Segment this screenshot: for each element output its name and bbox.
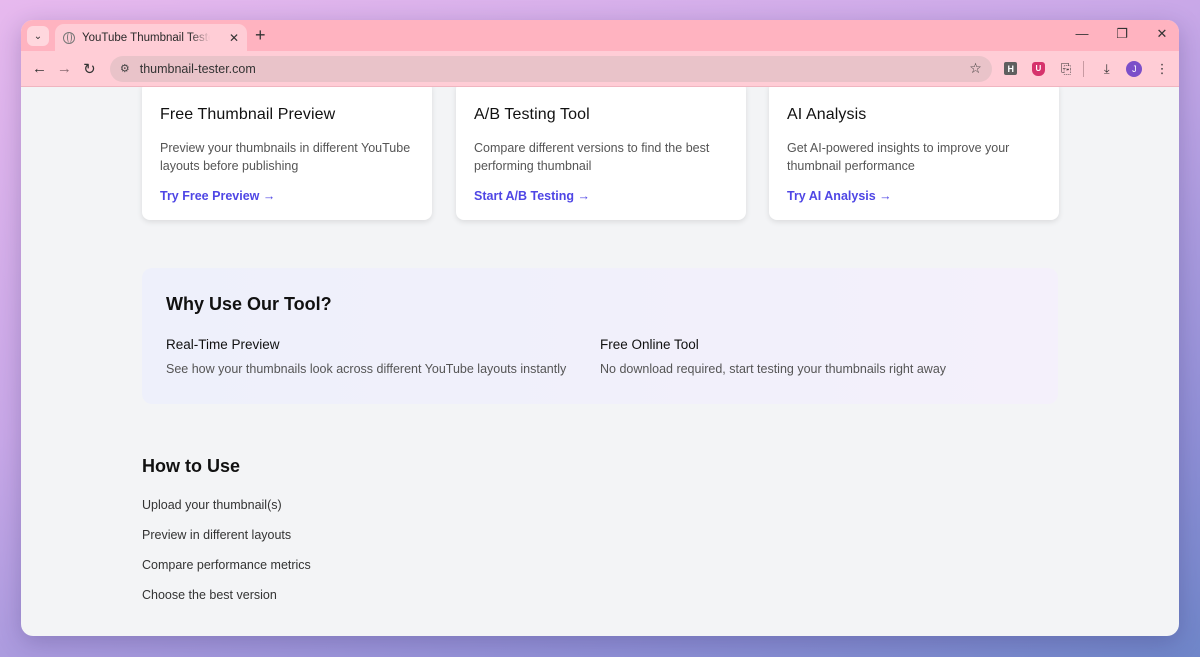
site-info-tune-icon[interactable]: ⚙ bbox=[120, 62, 130, 75]
section-heading: Why Use Our Tool? bbox=[166, 294, 332, 314]
browser-window: ⌄ YouTube Thumbnail Tester - Free ✕ + — … bbox=[21, 20, 1179, 636]
forward-arrow-icon[interactable]: → bbox=[54, 56, 75, 82]
list-item: Choose the best version bbox=[142, 588, 277, 602]
card-description: Compare different versions to find the b… bbox=[474, 141, 710, 173]
why-item-free-online: Free Online Tool No download required, s… bbox=[600, 337, 1034, 376]
why-use-section: Why Use Our Tool? Real-Time Preview See … bbox=[142, 268, 1058, 404]
menu-kebab-icon[interactable]: ⋮ bbox=[1153, 58, 1171, 80]
profile-button[interactable]: J bbox=[1126, 58, 1144, 80]
address-bar[interactable]: ⚙ thumbnail-tester.com ☆ bbox=[109, 55, 992, 82]
card-description: Preview your thumbnails in different You… bbox=[160, 141, 411, 173]
feature-card-ab-testing: A/B Testing Tool Compare different versi… bbox=[456, 87, 746, 220]
list-item: Upload your thumbnail(s) bbox=[142, 498, 282, 512]
extension-h-icon: H bbox=[1004, 62, 1018, 75]
steps-list: Upload your thumbnail(s) Preview in diff… bbox=[142, 498, 311, 618]
how-to-use-section: How to Use Upload your thumbnail(s) Prev… bbox=[142, 456, 311, 618]
active-tab[interactable]: YouTube Thumbnail Tester - Free ✕ bbox=[55, 24, 247, 51]
why-item-text: See how your thumbnails look across diff… bbox=[166, 362, 567, 376]
download-icon[interactable]: ⤓ bbox=[1098, 58, 1116, 80]
card-title: Free Thumbnail Preview bbox=[160, 106, 336, 123]
section-heading: How to Use bbox=[142, 456, 241, 476]
tab-bar: ⌄ YouTube Thumbnail Tester - Free ✕ + — … bbox=[21, 20, 1179, 51]
card-title: AI Analysis bbox=[787, 106, 867, 123]
tab-close-icon[interactable]: ✕ bbox=[229, 31, 239, 45]
window-controls: — ❐ ✕ bbox=[1075, 26, 1169, 42]
why-item-title: Real-Time Preview bbox=[166, 337, 280, 352]
why-item-text: No download required, start testing your… bbox=[600, 362, 947, 376]
tab-title: YouTube Thumbnail Tester - Free bbox=[82, 31, 210, 44]
page-viewport: Free Thumbnail Preview Preview your thum… bbox=[21, 87, 1179, 636]
bookmark-star-icon[interactable]: ☆ bbox=[969, 60, 982, 77]
restore-icon[interactable]: ❐ bbox=[1115, 26, 1129, 42]
shield-extension-icon: U bbox=[1031, 61, 1045, 76]
extension-u-button[interactable]: U bbox=[1030, 58, 1048, 80]
back-arrow-icon[interactable]: ← bbox=[29, 56, 50, 82]
extension-h-button[interactable]: H bbox=[1002, 58, 1020, 80]
try-ai-analysis-link[interactable]: Try AI Analysis → bbox=[787, 189, 892, 203]
list-item: Preview in different layouts bbox=[142, 528, 292, 542]
card-description: Get AI-powered insights to improve your … bbox=[787, 141, 1010, 173]
close-window-icon[interactable]: ✕ bbox=[1155, 26, 1169, 42]
avatar: J bbox=[1126, 60, 1143, 77]
reload-icon[interactable]: ↻ bbox=[79, 56, 100, 82]
try-free-preview-link[interactable]: Try Free Preview → bbox=[160, 189, 275, 203]
globe-icon bbox=[63, 31, 75, 44]
toolbar-divider bbox=[1083, 60, 1084, 77]
why-item-title: Free Online Tool bbox=[600, 337, 699, 352]
url-text[interactable]: thumbnail-tester.com bbox=[140, 62, 256, 76]
list-item: Compare performance metrics bbox=[142, 558, 311, 572]
minimize-icon[interactable]: — bbox=[1075, 26, 1089, 42]
extensions-puzzle-icon[interactable]: ⎘ bbox=[1057, 58, 1075, 80]
why-item-real-time: Real-Time Preview See how your thumbnail… bbox=[166, 337, 600, 376]
feature-card-ai-analysis: AI Analysis Get AI-powered insights to i… bbox=[769, 87, 1059, 220]
feature-card-free-preview: Free Thumbnail Preview Preview your thum… bbox=[142, 87, 432, 220]
new-tab-plus-icon[interactable]: + bbox=[255, 25, 266, 45]
browser-toolbar: ← → ↻ ⚙ thumbnail-tester.com ☆ H U ⎘ ⤓ J… bbox=[21, 51, 1179, 87]
card-title: A/B Testing Tool bbox=[474, 106, 590, 123]
start-ab-testing-link[interactable]: Start A/B Testing → bbox=[474, 189, 590, 203]
tab-search-chevron-icon[interactable]: ⌄ bbox=[27, 26, 49, 46]
